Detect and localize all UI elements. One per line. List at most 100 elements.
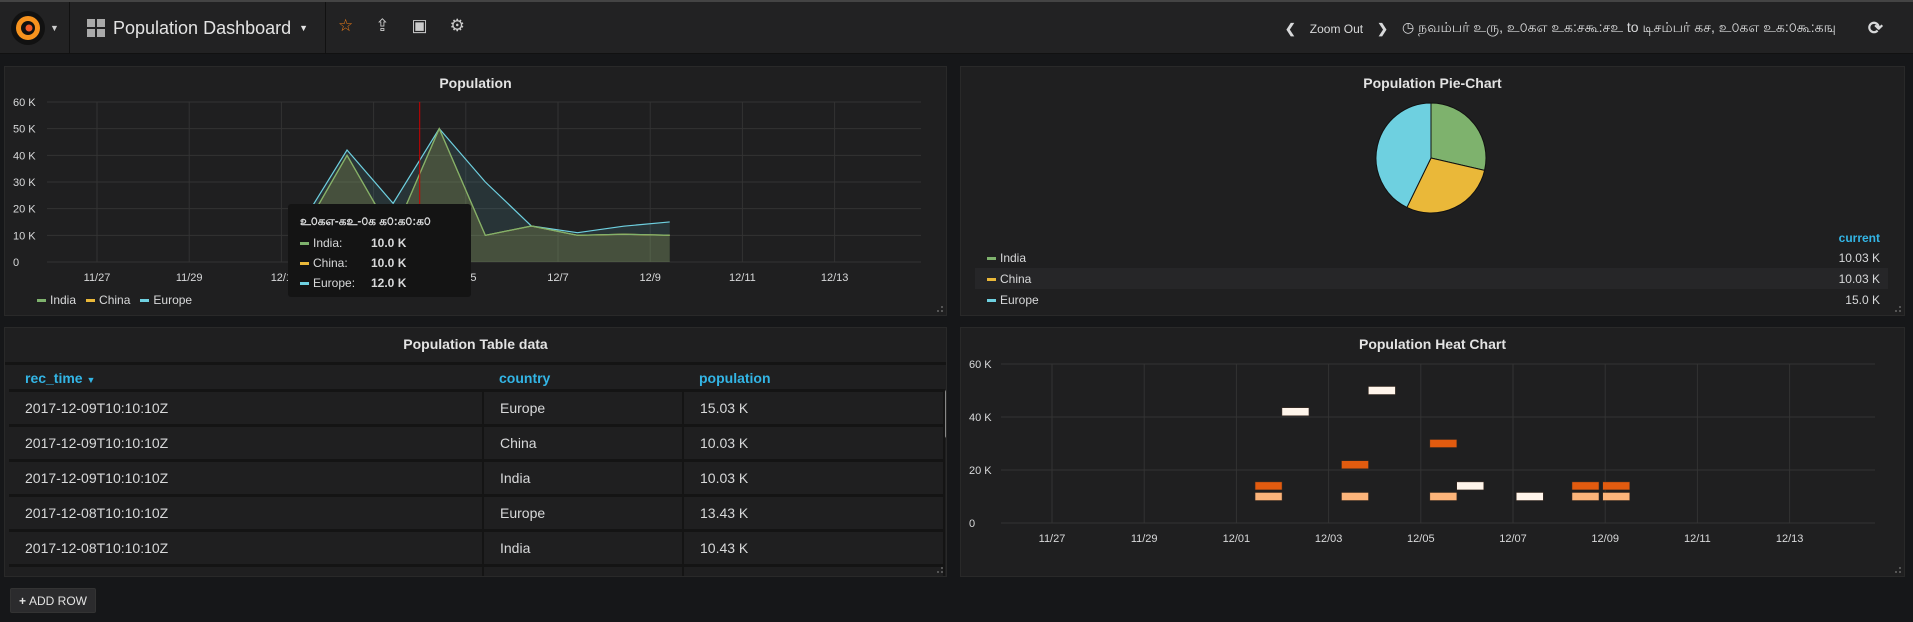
legend-item-china[interactable]: China <box>86 293 130 307</box>
table-row: 2017-12-08T10:10:10Z India 10.43 K <box>9 528 945 565</box>
cell-country: India <box>483 528 684 565</box>
x-tick-label: 12/01 <box>1223 533 1251 545</box>
legend-header-current[interactable]: current <box>975 231 1888 247</box>
share-icon[interactable]: ⇪ <box>375 16 389 36</box>
column-header-rec-time[interactable]: rec_time ▼ <box>9 368 483 390</box>
add-row-button[interactable]: + ADD ROW <box>10 588 96 613</box>
x-tick-label: 11/27 <box>1039 533 1066 545</box>
cell-country: Europe <box>483 493 684 530</box>
y-tick-label: 0 <box>969 518 975 530</box>
dashboard-picker[interactable]: Population Dashboard ▼ <box>71 2 326 54</box>
x-tick-label: 12/9 <box>639 272 660 284</box>
x-tick-label: 12/11 <box>1684 533 1711 545</box>
gear-icon[interactable]: ⚙ <box>450 16 465 36</box>
x-tick-label: 11/29 <box>1131 533 1158 545</box>
pie-legend: current India 10.03 K China 10.03 K Europe… <box>975 231 1888 310</box>
grafana-logo <box>11 11 46 45</box>
caret-down-icon: ▼ <box>86 375 96 386</box>
table-row-partial <box>9 563 945 576</box>
tooltip-row-china: China: 10.0 K <box>300 256 459 270</box>
graph-legend: India China Europe <box>37 293 192 307</box>
y-tick-label: 50 K <box>13 124 36 136</box>
cell-empty <box>9 563 484 576</box>
y-tick-label: 20 K <box>13 204 36 216</box>
star-icon[interactable]: ☆ <box>338 16 353 36</box>
heatmap-cell <box>1254 481 1283 491</box>
tooltip-value: 12.0 K <box>371 276 407 290</box>
y-tick-label: 60 K <box>969 359 992 371</box>
population-table-panel: Population Table data rec_time ▼ country… <box>4 327 947 577</box>
heatmap-cell <box>1571 492 1600 501</box>
legend-row-india[interactable]: India 10.03 K <box>975 247 1888 268</box>
cell-population: 10.03 K <box>683 423 945 460</box>
legend-label: China <box>99 293 131 307</box>
legend-item-india[interactable]: India <box>37 293 76 307</box>
column-header-population[interactable]: population <box>683 368 944 390</box>
panel-resize-handle[interactable] <box>937 567 943 573</box>
panel-resize-handle[interactable] <box>1895 306 1901 312</box>
heatmap-cell <box>1429 492 1458 501</box>
table-scrollbar[interactable] <box>945 390 946 438</box>
column-label: rec_time <box>25 370 83 387</box>
y-tick-label: 60 K <box>13 97 36 109</box>
caret-down-icon: ▼ <box>299 23 309 33</box>
tooltip-series: China: <box>313 256 348 270</box>
heatmap-chart[interactable]: 0 20 K 40 K 60 K 11/27 11/29 12/01 12/03 12/05 12… <box>961 328 1906 578</box>
panel-resize-handle[interactable] <box>1895 567 1901 573</box>
x-tick-label: 12/7 <box>547 272 568 284</box>
save-icon[interactable]: ▣ <box>412 16 428 36</box>
chevron-right-icon[interactable]: ❯ <box>1377 21 1388 37</box>
population-pie-panel: Population Pie-Chart current India 10.03 … <box>960 66 1905 316</box>
legend-item-europe[interactable]: Europe <box>140 293 192 307</box>
time-range-picker[interactable]: ◷ நவம்பர் உரு, உ௦கஎ உக:சகூ:சஉ to டிசம்பர… <box>1402 19 1836 38</box>
cell-rec-time: 2017-12-08T10:10:10Z <box>9 528 484 565</box>
tooltip-series: India: <box>313 236 343 250</box>
legend-label: India <box>50 293 77 307</box>
y-tick-label: 0 <box>13 257 19 269</box>
column-header-country[interactable]: country <box>483 368 683 390</box>
cell-country: China <box>483 423 684 460</box>
y-tick-label: 20 K <box>969 465 992 477</box>
plus-icon: + <box>18 593 26 608</box>
x-tick-label: 12/05 <box>1407 533 1435 545</box>
heatmap-cell <box>1602 492 1630 501</box>
legend-value: 10.03 K <box>1838 271 1880 286</box>
table-row: 2017-12-09T10:10:10Z India 10.03 K <box>9 458 945 495</box>
tooltip-time: உ௦கஎ-கஉ-௦க க௦:க௦:க௦ <box>300 214 431 228</box>
legend-label: India <box>1000 250 1027 265</box>
pie-chart[interactable] <box>961 67 1906 227</box>
population-graph-panel: Population 0 10 K 20 K 30 K 40 K 50 K 60 K 11/2… <box>4 66 947 316</box>
panel-resize-handle[interactable] <box>937 306 943 312</box>
caret-down-icon: ▼ <box>50 23 59 33</box>
heatmap-cell <box>1571 481 1600 491</box>
chevron-left-icon[interactable]: ❮ <box>1285 21 1296 37</box>
y-tick-label: 30 K <box>13 177 36 189</box>
legend-label: Europe <box>153 293 193 307</box>
legend-row-china[interactable]: China 10.03 K <box>975 268 1888 289</box>
cell-population: 15.03 K <box>683 388 945 425</box>
x-tick-label: 11/29 <box>176 272 203 284</box>
zoom-out-button[interactable]: Zoom Out <box>1310 22 1363 36</box>
line-chart[interactable]: 0 10 K 20 K 30 K 40 K 50 K 60 K 11/27 11/29 12/1 1… <box>5 67 948 317</box>
heatmap-cell <box>1341 460 1369 469</box>
refresh-icon[interactable]: ⟳ <box>1868 18 1883 39</box>
legend-value: 10.03 K <box>1838 250 1880 265</box>
cell-empty <box>683 563 945 576</box>
x-tick-label: 12/07 <box>1499 533 1527 545</box>
heatmap-cell <box>1429 439 1458 448</box>
x-tick-label: 12/13 <box>1776 533 1804 545</box>
legend-value: 15.0 K <box>1845 292 1880 307</box>
heatmap-cell <box>1602 481 1630 491</box>
legend-label: Europe <box>1000 292 1039 307</box>
heatmap-cell <box>1254 492 1283 501</box>
legend-label: China <box>1000 271 1032 286</box>
top-navbar: ▼ Population Dashboard ▼ ☆ ⇪ ▣ ⚙ ❮ Zoom … <box>0 0 1913 54</box>
grafana-menu-button[interactable]: ▼ <box>0 2 70 54</box>
panel-title[interactable]: Population Table data <box>5 336 946 352</box>
dashboard-grid-icon <box>87 19 105 37</box>
graph-tooltip: உ௦கஎ-கஉ-௦க க௦:க௦:க௦ India: 10.0 K China: 1… <box>288 204 471 297</box>
cell-population: 13.43 K <box>683 493 945 530</box>
legend-row-europe[interactable]: Europe 15.0 K <box>975 289 1888 310</box>
x-tick-label: 12/03 <box>1315 533 1343 545</box>
x-tick-label: 12/13 <box>821 272 849 284</box>
